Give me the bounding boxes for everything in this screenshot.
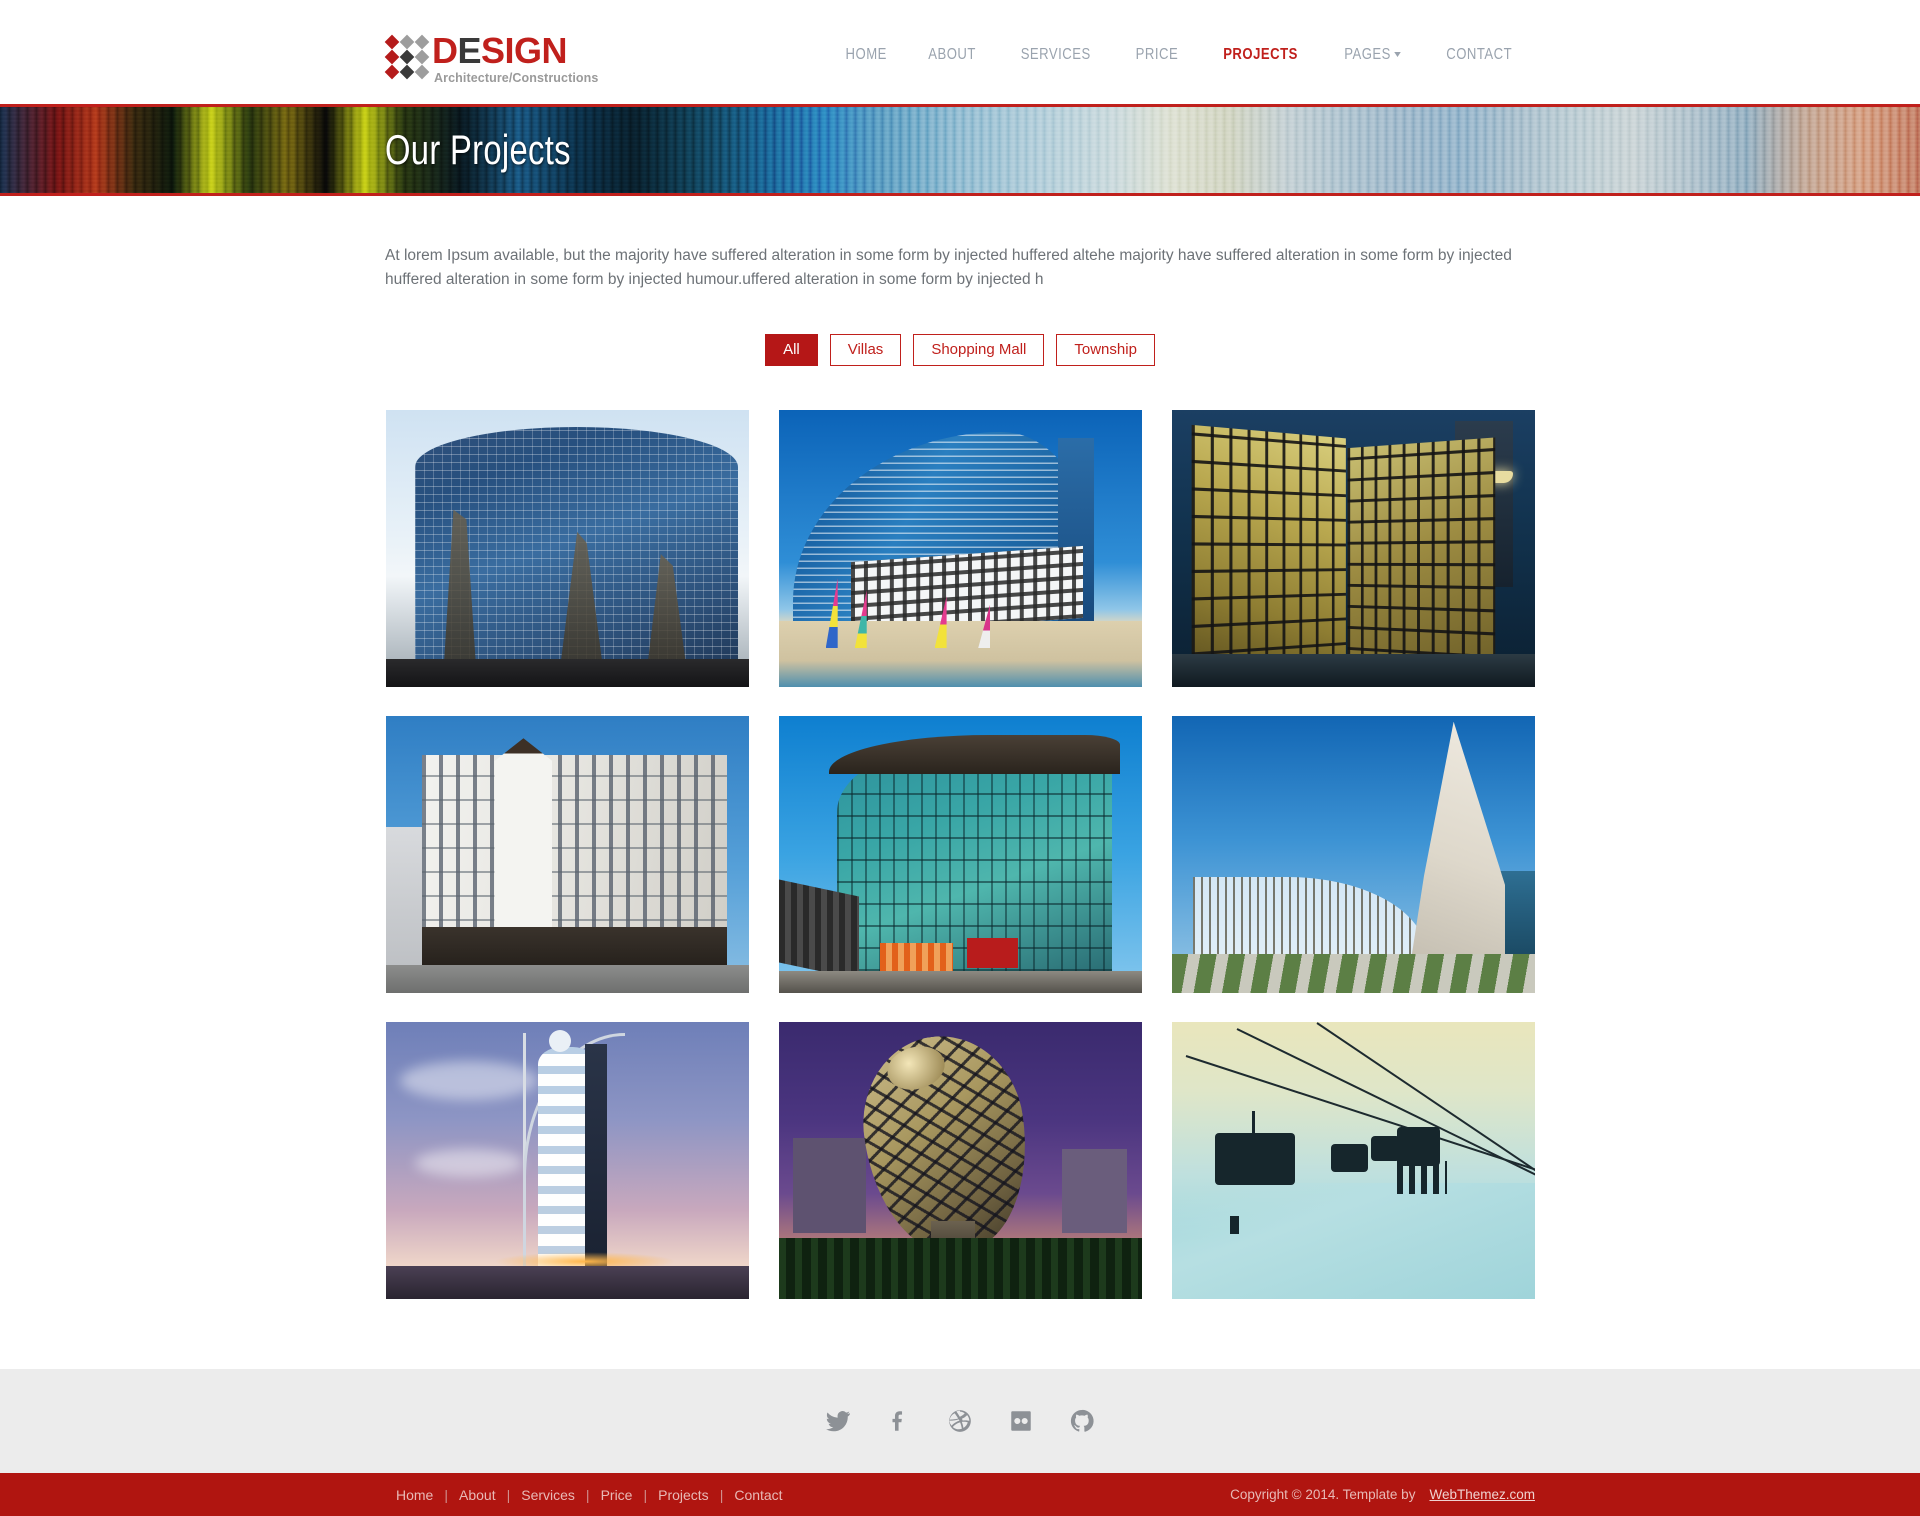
site-logo[interactable]: DESIGN Architecture/Constructions: [385, 19, 598, 85]
project-image-illuminated-glass-office-dusk: [1172, 410, 1535, 687]
brand-tagline: Architecture/Constructions: [434, 71, 598, 85]
project-tile-ovoid-glass-tower[interactable]: [779, 1022, 1142, 1299]
facebook-icon[interactable]: [882, 1404, 916, 1438]
chevron-down-icon: [1394, 52, 1401, 57]
brand-e: E: [458, 30, 482, 71]
github-icon[interactable]: [1065, 1404, 1099, 1438]
footer-bottom-bar: Home | About | Services | Price | Projec…: [0, 1473, 1920, 1516]
nav-item-about[interactable]: ABOUT: [915, 36, 989, 74]
page-title: Our Projects: [385, 126, 571, 174]
copyright-label: Copyright © 2014. Template by: [1230, 1487, 1415, 1502]
intro-paragraph: At lorem Ipsum available, but the majori…: [385, 244, 1525, 292]
project-image-curved-green-glass-building: [779, 716, 1142, 993]
brand-sign: SIGN: [481, 30, 567, 71]
project-grid: [385, 410, 1535, 1369]
footer-link-projects[interactable]: Projects: [647, 1487, 720, 1503]
project-tile-sail-shaped-luxury-hotel[interactable]: [386, 1022, 749, 1299]
filter-button-township[interactable]: Township: [1056, 334, 1155, 366]
nav-item-home[interactable]: HOME: [832, 36, 900, 74]
footer-link-contact[interactable]: Contact: [723, 1487, 793, 1503]
footer-link-price[interactable]: Price: [590, 1487, 644, 1503]
site-header: DESIGN Architecture/Constructions HOME A…: [0, 0, 1920, 104]
project-tile-curved-green-glass-building[interactable]: [779, 716, 1142, 993]
footer-link-services[interactable]: Services: [510, 1487, 586, 1503]
main-content: At lorem Ipsum available, but the majori…: [385, 196, 1535, 1369]
project-tile-illuminated-glass-office-dusk[interactable]: [1172, 410, 1535, 687]
project-image-curved-blue-glass-tower: [386, 410, 749, 687]
project-image-beach-hotel-with-sailboats: [779, 410, 1142, 687]
main-navigation: HOME ABOUT SERVICES PRICE PROJECTS PAGES…: [825, 30, 1535, 74]
twitter-icon[interactable]: [821, 1404, 855, 1438]
project-tile-white-curved-modern-structure[interactable]: [1172, 716, 1535, 993]
flickr-icon[interactable]: [1004, 1404, 1038, 1438]
project-tile-classical-white-corner-building[interactable]: [386, 716, 749, 993]
nav-item-price[interactable]: PRICE: [1122, 36, 1191, 74]
project-tile-curved-blue-glass-tower[interactable]: [386, 410, 749, 687]
project-image-ski-lift-gondolas: [1172, 1022, 1535, 1299]
project-tile-ski-lift-gondolas[interactable]: [1172, 1022, 1535, 1299]
nav-item-services[interactable]: SERVICES: [1008, 36, 1104, 74]
project-filter-bar: All Villas Shopping Mall Township: [385, 334, 1535, 366]
footer-link-about[interactable]: About: [448, 1487, 507, 1503]
project-image-classical-white-corner-building: [386, 716, 749, 993]
project-image-sail-shaped-luxury-hotel: [386, 1022, 749, 1299]
nav-item-contact[interactable]: CONTACT: [1433, 36, 1525, 74]
copyright-text: Copyright © 2014. Template by WebThemez.c…: [1230, 1487, 1535, 1502]
footer-link-home[interactable]: Home: [385, 1487, 444, 1503]
brand-title: DESIGN: [432, 33, 598, 69]
footer-links: Home | About | Services | Price | Projec…: [385, 1487, 794, 1503]
page-banner: Our Projects: [0, 104, 1920, 196]
brand-d: D: [432, 30, 458, 71]
project-image-white-curved-modern-structure: [1172, 716, 1535, 993]
nav-item-pages-label: PAGES: [1344, 46, 1391, 63]
nav-item-pages[interactable]: PAGES: [1331, 36, 1414, 74]
filter-button-shopping-mall[interactable]: Shopping Mall: [913, 334, 1044, 366]
filter-button-villas[interactable]: Villas: [830, 334, 902, 366]
footer-social-bar: [0, 1369, 1920, 1473]
nav-item-projects[interactable]: PROJECTS: [1210, 36, 1311, 74]
project-image-ovoid-glass-tower: [779, 1022, 1142, 1299]
filter-button-all[interactable]: All: [765, 334, 818, 366]
project-tile-beach-hotel-with-sailboats[interactable]: [779, 410, 1142, 687]
logo-diamond-grid-icon: [385, 35, 429, 79]
dribbble-icon[interactable]: [943, 1404, 977, 1438]
template-author-link[interactable]: WebThemez.com: [1429, 1487, 1535, 1502]
